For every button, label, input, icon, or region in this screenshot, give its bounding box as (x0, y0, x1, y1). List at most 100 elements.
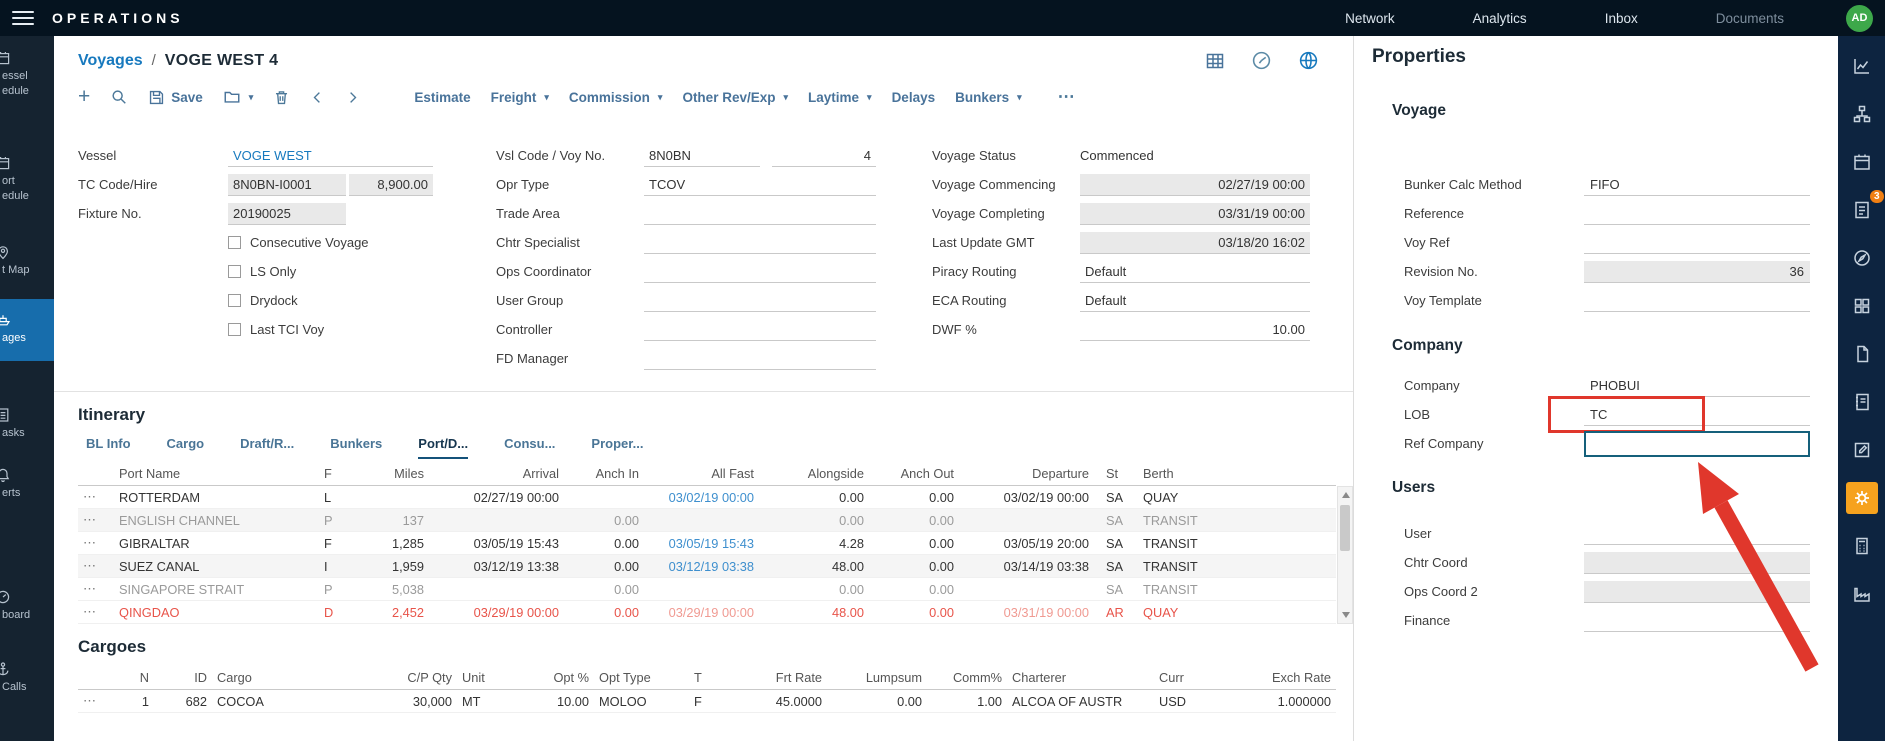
reference-field[interactable] (1584, 203, 1810, 225)
dashboard-gauge-icon[interactable] (1251, 50, 1272, 71)
more-menu-icon[interactable]: ⋯ (1058, 87, 1076, 107)
next-voyage-icon[interactable] (345, 90, 360, 105)
scroll-up-icon[interactable] (1342, 492, 1350, 498)
analytics-chart-icon[interactable] (1846, 50, 1878, 82)
itinerary-row[interactable]: ⋯ SUEZ CANAL I 1,959 03/12/19 13:38 0.00… (78, 555, 1336, 578)
finance-field[interactable] (1584, 610, 1810, 632)
save-button[interactable]: Save (148, 89, 203, 106)
row-menu-icon[interactable]: ⋯ (78, 581, 114, 597)
voyage-commencing-field[interactable]: 02/27/19 00:00 (1080, 174, 1310, 196)
last-update-gmt-field[interactable]: 03/18/20 16:02 (1080, 232, 1310, 254)
modules-grid-icon[interactable] (1846, 290, 1878, 322)
tab-draft[interactable]: Draft/R... (240, 436, 294, 459)
dwf-field[interactable]: 10.00 (1080, 319, 1310, 341)
fixture-field[interactable]: 20190025 (228, 203, 346, 225)
controller-field[interactable] (644, 319, 876, 341)
schedule-icon[interactable] (1846, 146, 1878, 178)
avatar[interactable]: AD (1846, 5, 1873, 32)
nav-analytics[interactable]: Analytics (1473, 11, 1527, 26)
laytime-menu-button[interactable]: Laytime▾ (808, 90, 872, 105)
last-tci-voy-checkbox[interactable] (228, 323, 241, 336)
company-field[interactable]: PHOBUI (1584, 375, 1810, 397)
piracy-routing-field[interactable]: Default (1080, 261, 1310, 283)
all-fast-cell[interactable]: 03/12/19 03:38 (644, 559, 759, 574)
sidebar-item-tasks[interactable]: asks (0, 401, 54, 447)
consecutive-voyage-checkbox[interactable] (228, 236, 241, 249)
sidebar-item-port-schedule[interactable]: ortedule (0, 149, 54, 210)
table-view-icon[interactable] (1205, 51, 1225, 71)
eca-routing-field[interactable]: Default (1080, 290, 1310, 312)
lob-field[interactable]: TC (1584, 404, 1810, 426)
scroll-down-icon[interactable] (1342, 612, 1350, 618)
tab-consumption[interactable]: Consu... (504, 436, 555, 459)
chtr-coord-field[interactable] (1584, 552, 1810, 574)
hamburger-menu-icon[interactable] (12, 11, 34, 25)
document-icon[interactable] (1846, 338, 1878, 370)
nav-documents[interactable]: Documents (1716, 11, 1784, 26)
row-menu-icon[interactable]: ⋯ (78, 693, 114, 709)
breadcrumb-voyages-link[interactable]: Voyages (78, 52, 143, 70)
sidebar-item-map[interactable]: t Map (0, 238, 54, 284)
sidebar-item-vessel-schedule[interactable]: esseledule (0, 44, 54, 105)
nav-inbox[interactable]: Inbox (1605, 11, 1638, 26)
vessel-field[interactable]: VOGE WEST (228, 145, 433, 167)
calculator-icon[interactable] (1846, 530, 1878, 562)
freight-menu-button[interactable]: Freight▾ (491, 90, 549, 105)
tc-code-field[interactable]: 8N0BN-I0001 (228, 174, 346, 196)
prev-voyage-icon[interactable] (310, 90, 325, 105)
itinerary-row[interactable]: ⋯ SINGAPORE STRAIT P 5,038 0.00 0.00 0.0… (78, 578, 1336, 601)
voyage-completing-field[interactable]: 03/31/19 00:00 (1080, 203, 1310, 225)
delete-icon[interactable] (273, 89, 290, 106)
ref-company-field[interactable] (1584, 431, 1810, 457)
contacts-book-icon[interactable] (1846, 386, 1878, 418)
row-menu-icon[interactable]: ⋯ (78, 558, 114, 574)
sidebar-item-port-calls[interactable]: Calls (0, 655, 54, 701)
tab-port-dates[interactable]: Port/D... (418, 436, 468, 459)
all-fast-cell[interactable]: 03/05/19 15:43 (644, 536, 759, 551)
bunkers-menu-button[interactable]: Bunkers▾ (955, 90, 1022, 105)
chtr-specialist-field[interactable] (644, 232, 876, 254)
commission-menu-button[interactable]: Commission▾ (569, 90, 663, 105)
drydock-checkbox[interactable] (228, 294, 241, 307)
row-menu-icon[interactable]: ⋯ (78, 489, 114, 505)
itinerary-row[interactable]: ⋯ ENGLISH CHANNEL P 137 0.00 0.00 0.00 S… (78, 509, 1336, 532)
ops-coordinator-field[interactable] (644, 261, 876, 283)
hire-field[interactable]: 8,900.00 (349, 174, 433, 196)
new-icon[interactable]: + (78, 88, 90, 106)
sidebar-item-voyages[interactable]: ages (0, 299, 54, 361)
itinerary-row[interactable]: ⋯ ROTTERDAM L 02/27/19 00:00 03/02/19 00… (78, 486, 1336, 509)
all-fast-cell[interactable]: 03/02/19 00:00 (644, 490, 759, 505)
sidebar-item-dashboard[interactable]: board (0, 583, 54, 629)
voy-no-field[interactable]: 4 (772, 145, 876, 167)
revision-no-field[interactable]: 36 (1584, 261, 1810, 283)
user-group-field[interactable] (644, 290, 876, 312)
tasks-icon[interactable]: 3 (1846, 194, 1878, 226)
all-fast-cell[interactable]: 03/29/19 00:00 (644, 605, 759, 620)
tab-properties[interactable]: Proper... (591, 436, 643, 459)
voy-ref-field[interactable] (1584, 232, 1810, 254)
estimate-button[interactable]: Estimate (414, 90, 470, 105)
tab-bunkers[interactable]: Bunkers (330, 436, 382, 459)
form-edit-icon[interactable] (1846, 434, 1878, 466)
tab-cargo[interactable]: Cargo (167, 436, 205, 459)
fd-manager-field[interactable] (644, 348, 876, 370)
settings-gear-icon[interactable] (1846, 482, 1878, 514)
scrollbar-thumb[interactable] (1340, 505, 1350, 551)
itinerary-row[interactable]: ⋯ GIBRALTAR F 1,285 03/05/19 15:43 0.00 … (78, 532, 1336, 555)
other-revexp-menu-button[interactable]: Other Rev/Exp▾ (682, 90, 788, 105)
search-icon[interactable] (110, 88, 128, 106)
globe-icon[interactable] (1298, 50, 1319, 71)
itinerary-row[interactable]: ⋯ QINGDAO D 2,452 03/29/19 00:00 0.00 03… (78, 601, 1336, 624)
row-menu-icon[interactable]: ⋯ (78, 512, 114, 528)
delays-button[interactable]: Delays (892, 90, 936, 105)
tab-bl-info[interactable]: BL Info (86, 436, 131, 459)
opr-type-field[interactable]: TCOV (644, 174, 876, 196)
row-menu-icon[interactable]: ⋯ (78, 535, 114, 551)
sidebar-item-alerts[interactable]: erts (0, 461, 54, 507)
ls-only-checkbox[interactable] (228, 265, 241, 278)
folder-button[interactable]: ▾ (223, 88, 254, 106)
trade-area-field[interactable] (644, 203, 876, 225)
nav-network[interactable]: Network (1345, 11, 1395, 26)
vsl-code-field[interactable]: 8N0BN (644, 145, 760, 167)
bunker-calc-method-field[interactable]: FIFO (1584, 174, 1810, 196)
